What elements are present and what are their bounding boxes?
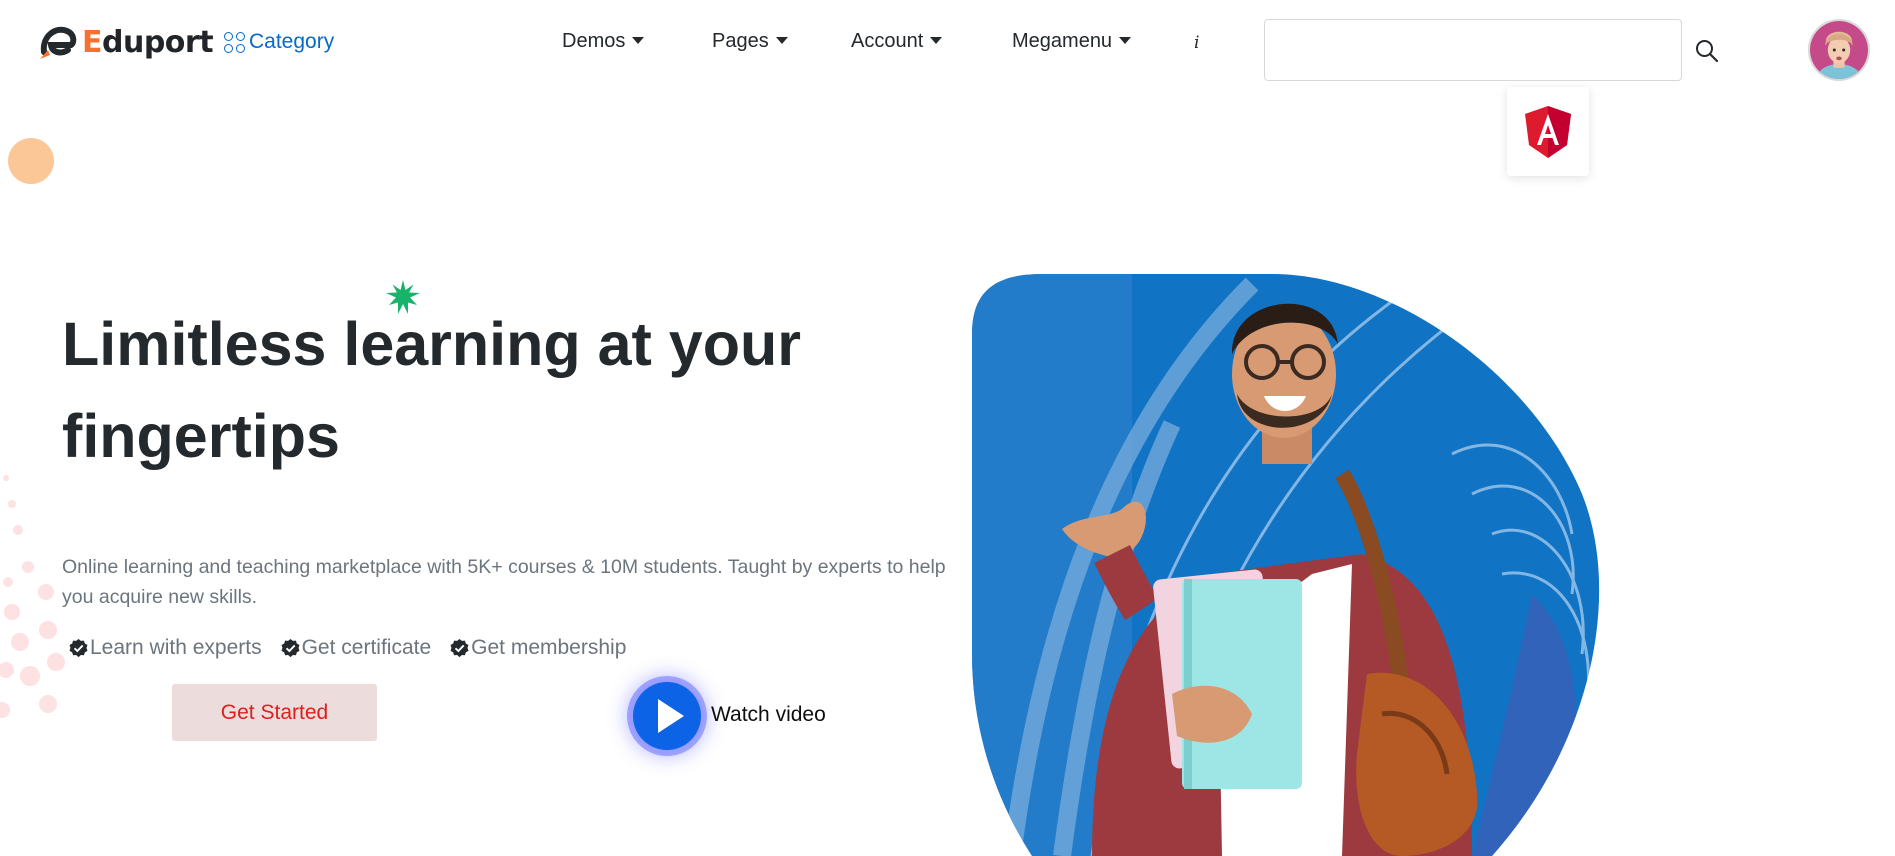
feature-item: Get certificate: [280, 636, 432, 660]
category-menu[interactable]: Category: [224, 30, 334, 54]
get-started-button[interactable]: Get Started: [172, 684, 377, 741]
nav-demos[interactable]: Demos: [562, 30, 645, 53]
nav-pages-label: Pages: [712, 30, 769, 52]
caret-down-icon: [930, 37, 943, 44]
category-label: Category: [249, 30, 335, 53]
nav-demos-label: Demos: [562, 30, 626, 52]
dot-pattern-decoration: [0, 475, 65, 718]
nav-account-label: Account: [851, 30, 924, 52]
angular-icon: [1525, 105, 1571, 158]
search-input[interactable]: [1264, 19, 1682, 81]
nav-megamenu-label: Megamenu: [1012, 30, 1113, 52]
feature-item: Learn with experts: [68, 636, 262, 660]
decorative-circle: [8, 138, 54, 184]
hero-subtitle: Online learning and teaching marketplace…: [62, 556, 946, 608]
avatar-photo: [1810, 21, 1868, 79]
feature-label: Get membership: [471, 636, 627, 659]
verified-check-icon: [450, 638, 469, 657]
angular-badge: [1507, 87, 1589, 176]
logo-text: Eduport: [82, 24, 214, 60]
feature-item: Get membership: [449, 636, 626, 660]
nav-account[interactable]: Account: [851, 30, 943, 53]
logo[interactable]: Eduport: [38, 22, 214, 62]
nav-info-link[interactable]: i: [1194, 33, 1199, 53]
search-icon[interactable]: [1694, 38, 1720, 64]
caret-down-icon: [775, 37, 788, 44]
nav-pages[interactable]: Pages: [712, 30, 788, 53]
student-holding-books-photo: [972, 274, 1600, 856]
nav-megamenu[interactable]: Megamenu: [1012, 30, 1132, 53]
logo-text-rest: duport: [102, 24, 214, 60]
play-video-button[interactable]: [633, 682, 701, 750]
play-icon: [657, 699, 684, 733]
feature-list: Learn with experts Get certificate Get m…: [68, 636, 644, 660]
caret-down-icon: [632, 37, 645, 44]
verified-check-icon: [281, 638, 300, 657]
hero-title: Limitless learning at your fingertips: [62, 310, 801, 470]
user-avatar[interactable]: [1808, 19, 1870, 81]
caret-down-icon: [1119, 37, 1132, 44]
eduport-logo-icon: [40, 26, 77, 59]
feature-label: Get certificate: [301, 636, 432, 659]
feature-label: Learn with experts: [90, 636, 262, 659]
grid-circles-icon: [224, 31, 245, 53]
verified-check-icon: [69, 638, 88, 657]
logo-text-first-letter: E: [82, 24, 103, 60]
watch-video-link[interactable]: Watch video: [711, 703, 826, 727]
